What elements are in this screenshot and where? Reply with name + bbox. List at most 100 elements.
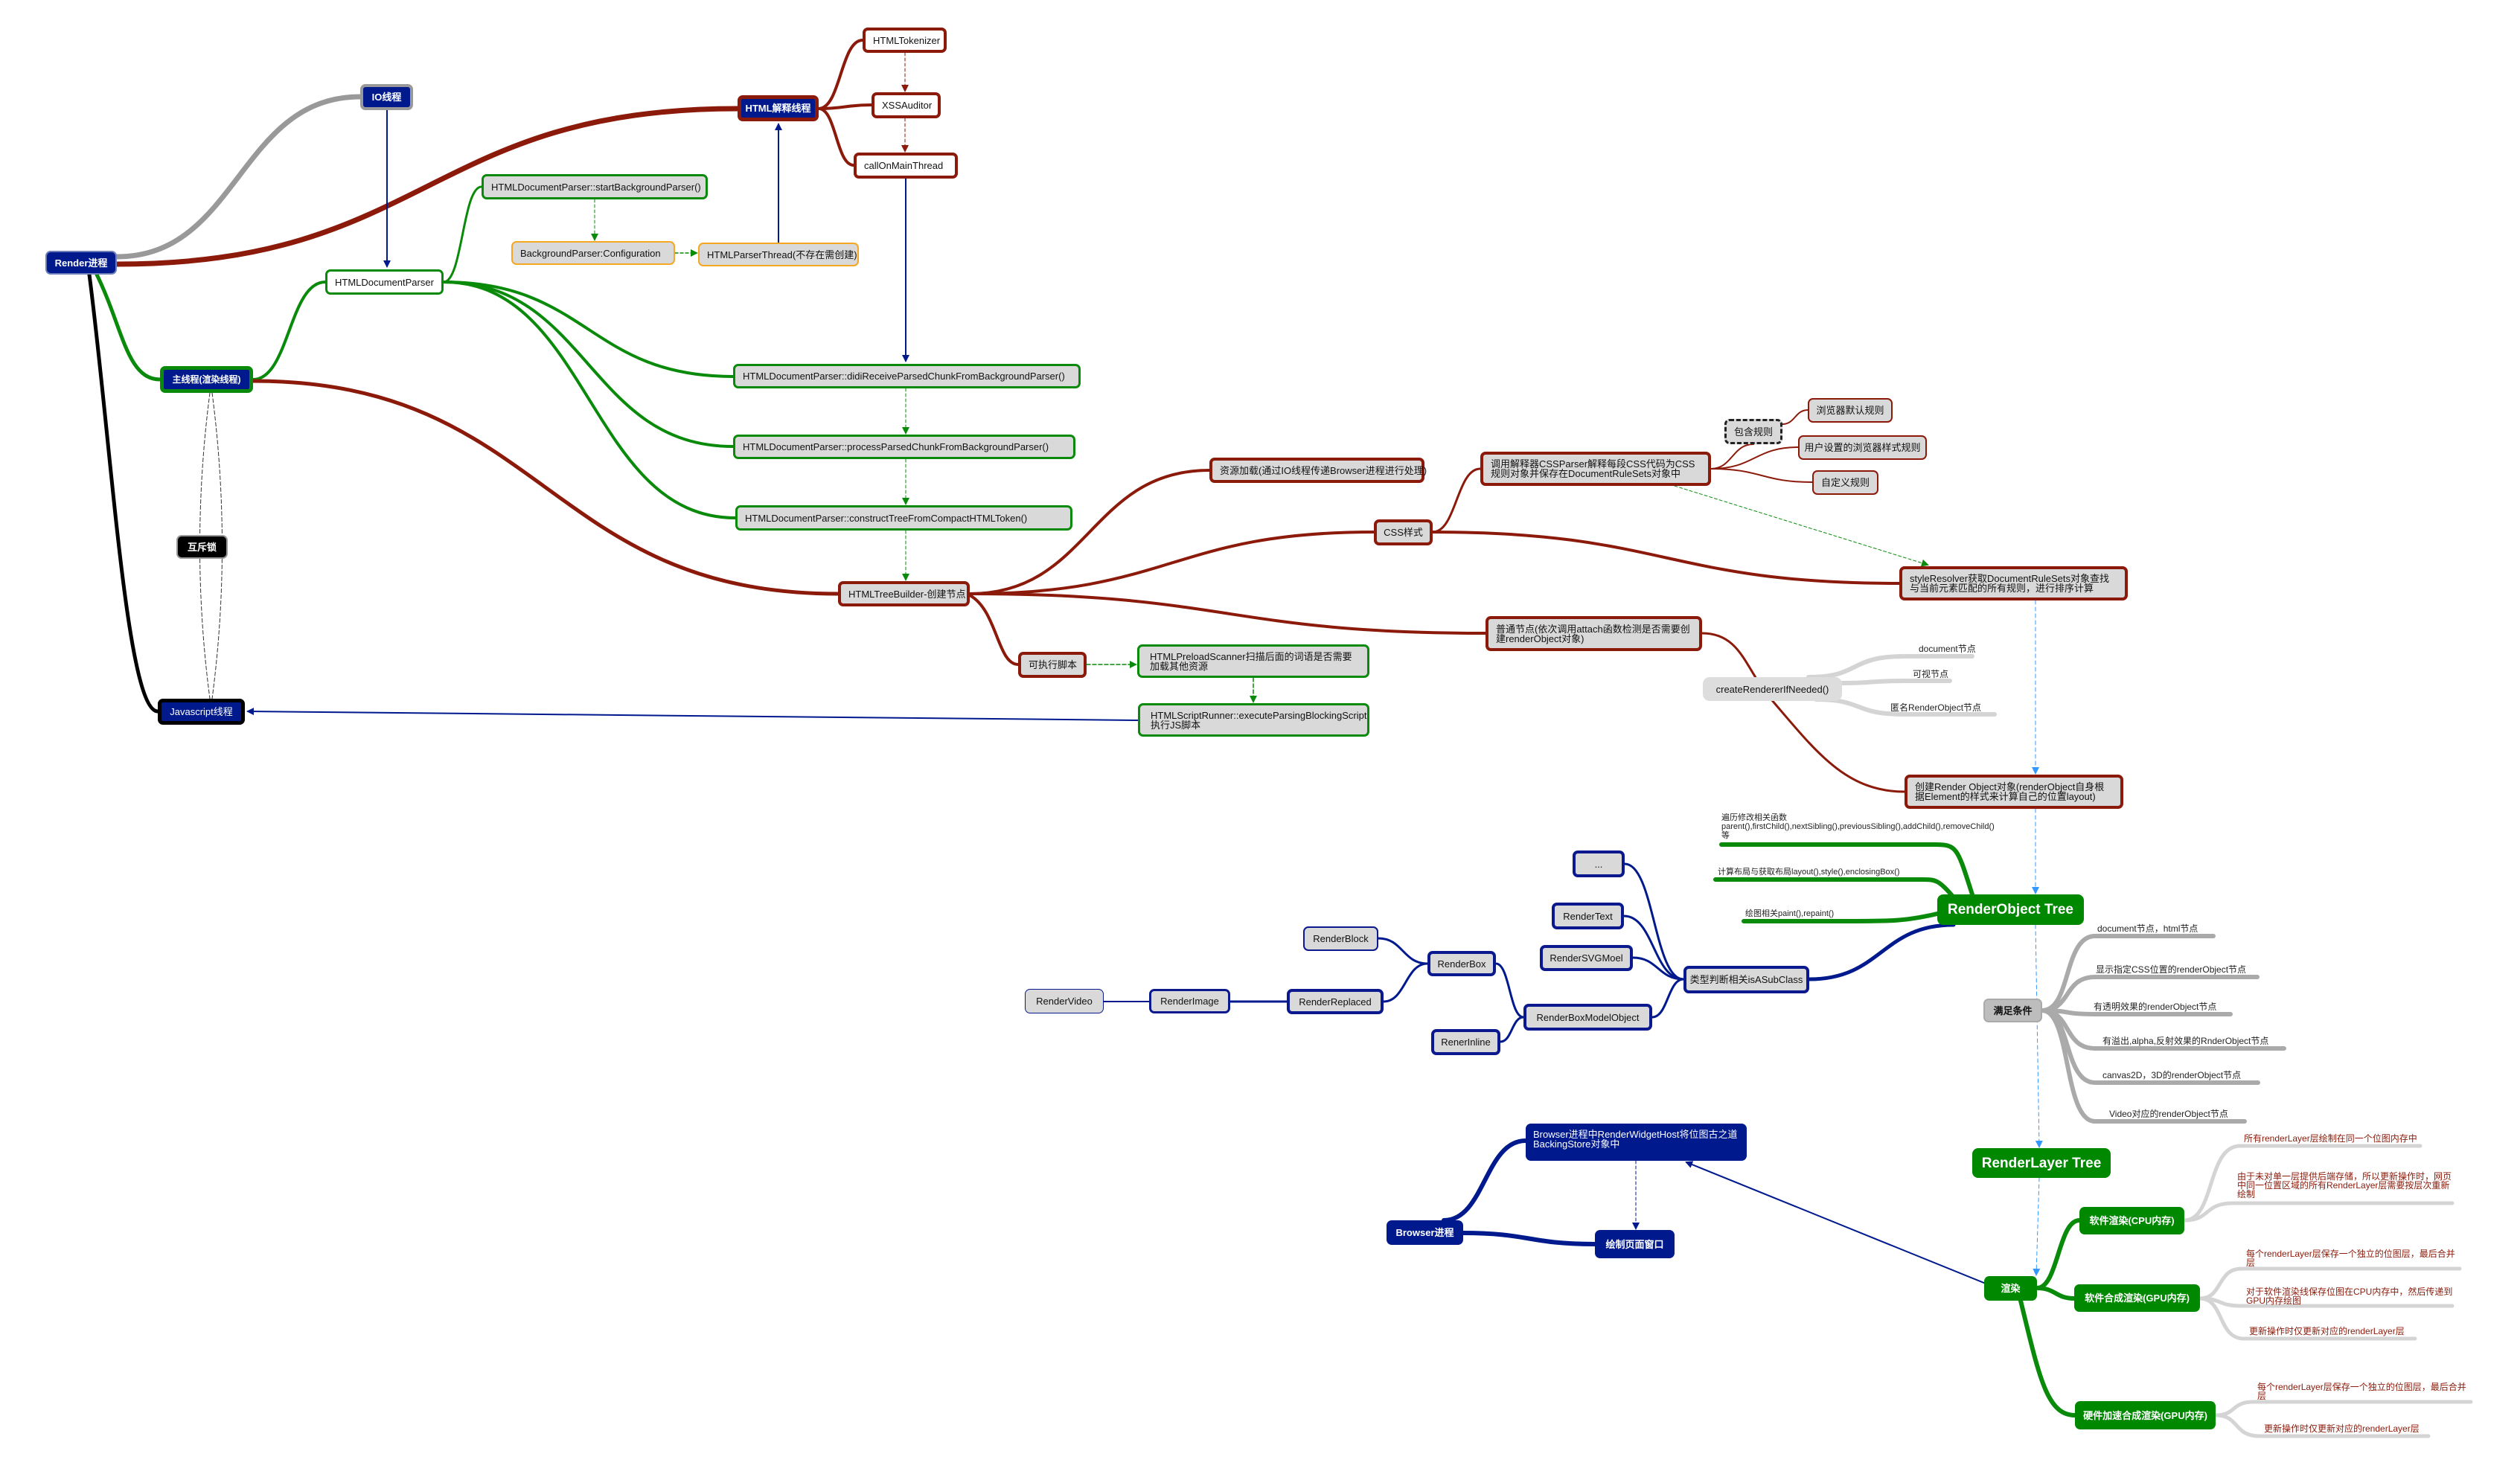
html-document-parser-node[interactable]: HTMLDocumentParser: [325, 269, 444, 295]
render-block-node[interactable]: RenderBlock: [1303, 926, 1378, 951]
note-label: 每个renderLayer层保存一个独立的位图层，最后合并层: [2257, 1382, 2466, 1401]
note-label: 由于未对单一层提供后端存储，所以更新操作时，网页中同一位置区域的所有Render…: [2237, 1171, 2452, 1199]
css-parser-node[interactable]: 调用解释器CSSParser解释每段CSS代码为CSS规则对象并保存在Docum…: [1480, 452, 1711, 486]
html-parser-thread-create-node[interactable]: HTMLParserThread(不存在需创建): [698, 243, 859, 266]
main-thread-node[interactable]: 主线程(渲染线程): [160, 366, 253, 393]
hardware-composite-gpu-node[interactable]: 硬件加速合成渲染(GPU内存): [2075, 1401, 2216, 1429]
create-label-visible: 可视节点: [1913, 669, 1949, 679]
connector-edge: [442, 281, 737, 519]
create-label-anonymous: 匿名RenderObject节点: [1890, 702, 1982, 713]
user-rules-node[interactable]: 用户设置的浏览器样式规则: [1798, 435, 1927, 460]
html-parser-thread-node[interactable]: HTML解释线程: [738, 95, 819, 121]
function-label-layout: 计算布局与获取布局layout(),style(),enclosingBox(): [1718, 868, 1900, 877]
normal-node-node[interactable]: 普通节点(依次调用attach函数检测是否需要创建renderObject对象): [1486, 616, 1702, 651]
connector-edge: [95, 272, 162, 382]
render-text-node[interactable]: RenderText: [1552, 903, 1624, 929]
render-video-node[interactable]: RenderVideo: [1025, 989, 1104, 1013]
connector-edge: [1710, 446, 1799, 470]
connector-edge: [1782, 409, 1809, 425]
contain-rules-node[interactable]: 包含规则: [1724, 419, 1782, 444]
connector-edge: [1431, 531, 1901, 585]
software-render-cpu-node[interactable]: 软件渲染(CPU内存): [2079, 1207, 2184, 1234]
render-paint-node[interactable]: 渲染: [1984, 1276, 2037, 1301]
connector-edge: [1685, 1161, 1986, 1284]
branch-underline: [2182, 1201, 2455, 1223]
condition-label: 有透明效果的renderObject节点: [2094, 1002, 2217, 1012]
render-widget-host-node[interactable]: Browser进程中RenderWidgetHost将位图古之道BackingS…: [1526, 1124, 1747, 1161]
custom-rules-node[interactable]: 自定义规则: [1812, 470, 1878, 495]
style-resolver-node[interactable]: styleResolver获取DocumentRuleSets对象查找与当前元素…: [1899, 566, 2128, 600]
mutex-node[interactable]: 互斥锁: [176, 535, 228, 559]
condition-label: Video对应的renderObject节点: [2109, 1109, 2228, 1119]
connector-edge: [442, 281, 735, 448]
branch-underline: [1840, 679, 1952, 685]
connector-edge: [252, 281, 327, 381]
io-thread-node[interactable]: IO线程: [360, 84, 413, 110]
connector-edge: [1623, 862, 1685, 981]
render-inline-node[interactable]: RenerInline: [1431, 1029, 1500, 1055]
render-box-node[interactable]: RenderBox: [1427, 951, 1496, 976]
js-thread-node[interactable]: Javascript线程: [158, 699, 245, 725]
connector-edge: [2035, 924, 2043, 1148]
connector-edge: [968, 592, 1487, 635]
render-replaced-node[interactable]: RenderReplaced: [1287, 989, 1384, 1014]
render-layer-tree-node[interactable]: RenderLayer Tree: [1972, 1148, 2111, 1178]
create-label-document: document节点: [1919, 644, 1976, 654]
connector-edge: [1499, 1016, 1525, 1043]
xss-auditor-node[interactable]: XSSAuditor: [872, 92, 941, 118]
process-chunk-node[interactable]: HTMLDocumentParser::processParsedChunkFr…: [733, 435, 1075, 459]
condition-label: 显示指定CSS位置的renderObject节点: [2096, 964, 2247, 975]
css-style-node[interactable]: CSS样式: [1374, 519, 1433, 545]
software-composite-gpu-node[interactable]: 软件合成渲染(GPU内存): [2074, 1284, 2200, 1312]
start-background-parser-node[interactable]: HTMLDocumentParser::startBackgroundParse…: [482, 174, 708, 199]
connector-edge: [1807, 923, 1956, 981]
connector-edge: [251, 379, 840, 596]
call-on-main-thread-node[interactable]: callOnMainThread: [854, 153, 958, 179]
note-label: 更新操作时仅更新对应的renderLayer层: [2264, 1423, 2420, 1434]
connector-edge: [1494, 962, 1525, 1019]
preload-scanner-node[interactable]: HTMLPreloadScanner扫描后面的词语是否需要加载其他资源: [1137, 644, 1369, 678]
connector-edge: [442, 185, 483, 283]
draw-window-node[interactable]: 绘制页面窗口: [1595, 1230, 1675, 1258]
render-process-node[interactable]: Render进程: [45, 251, 117, 275]
connector-edge: [1651, 978, 1685, 1019]
condition-label: document节点，html节点: [2097, 923, 2198, 934]
connector-edge: [968, 531, 1375, 595]
construct-tree-node[interactable]: HTMLDocumentParser::constructTreeFromCom…: [735, 505, 1072, 531]
note-label: 对于软件渲染线保存位图在CPU内存中，然后传递到GPU内存绘图: [2246, 1287, 2453, 1306]
connector-edge: [968, 594, 1020, 666]
create-renderer-if-needed-node[interactable]: createRendererIfNeeded(): [1703, 677, 1842, 701]
browser-default-rules-node[interactable]: 浏览器默认规则: [1808, 398, 1893, 423]
connector-edge: [2018, 1298, 2077, 1417]
condition-label: 有溢出,alpha,反射效果的RnderObject节点: [2102, 1036, 2269, 1046]
connector-edge: [1442, 1138, 1528, 1223]
background-parser-config-node[interactable]: BackgroundParser:Configuration: [511, 241, 675, 265]
satisfy-condition-node[interactable]: 满足条件: [1983, 999, 2042, 1022]
connector-edge: [1674, 485, 1929, 567]
connector-edge: [1710, 468, 1813, 483]
browser-process-node[interactable]: Browser进程: [1387, 1220, 1463, 1245]
connector-edge: [1461, 1231, 1597, 1246]
tree-builder-node[interactable]: HTMLTreeBuilder-创建节点: [838, 581, 970, 606]
note-label: 每个renderLayer层保存一个独立的位图层，最后合并层: [2246, 1249, 2455, 1268]
connector-edge: [817, 39, 864, 110]
executable-script-node[interactable]: 可执行脚本: [1018, 652, 1087, 678]
render-image-node[interactable]: RenderImage: [1149, 989, 1230, 1013]
connector-edge: [1382, 962, 1429, 1003]
note-label: 更新操作时仅更新对应的renderLayer层: [2249, 1326, 2405, 1336]
function-label-traverse: 遍历修改相关函数parent(),firstChild(),nextSiblin…: [1721, 813, 1995, 840]
connector-edge: [246, 708, 1139, 721]
type-check-node[interactable]: 类型判断相关isASubClass: [1683, 966, 1809, 993]
connector-edge: [817, 107, 855, 167]
render-box-model-object-node[interactable]: RenderBoxModelObject: [1523, 1004, 1652, 1031]
script-runner-node[interactable]: HTMLScriptRunner::executeParsingBlocking…: [1138, 703, 1369, 737]
render-object-tree-node[interactable]: RenderObject Tree: [1937, 894, 2084, 925]
connector-edge: [2033, 1177, 2041, 1276]
resource-loading-node[interactable]: 资源加载(通过IO线程传递Browser进程进行处理): [1209, 458, 1427, 483]
class-more-node[interactable]: ...: [1573, 850, 1625, 877]
render-svg-node[interactable]: RenderSVGMoel: [1540, 945, 1633, 971]
did-receive-chunk-node[interactable]: HTMLDocumentParser::didiReceiveParsedChu…: [733, 364, 1081, 388]
note-label: 所有renderLayer层绘制在同一个位图内存中: [2244, 1133, 2417, 1144]
create-render-object-node[interactable]: 创建Render Object对象(renderObject自身根据Elemen…: [1905, 775, 2123, 809]
html-tokenizer-node[interactable]: HTMLTokenizer: [863, 28, 947, 53]
